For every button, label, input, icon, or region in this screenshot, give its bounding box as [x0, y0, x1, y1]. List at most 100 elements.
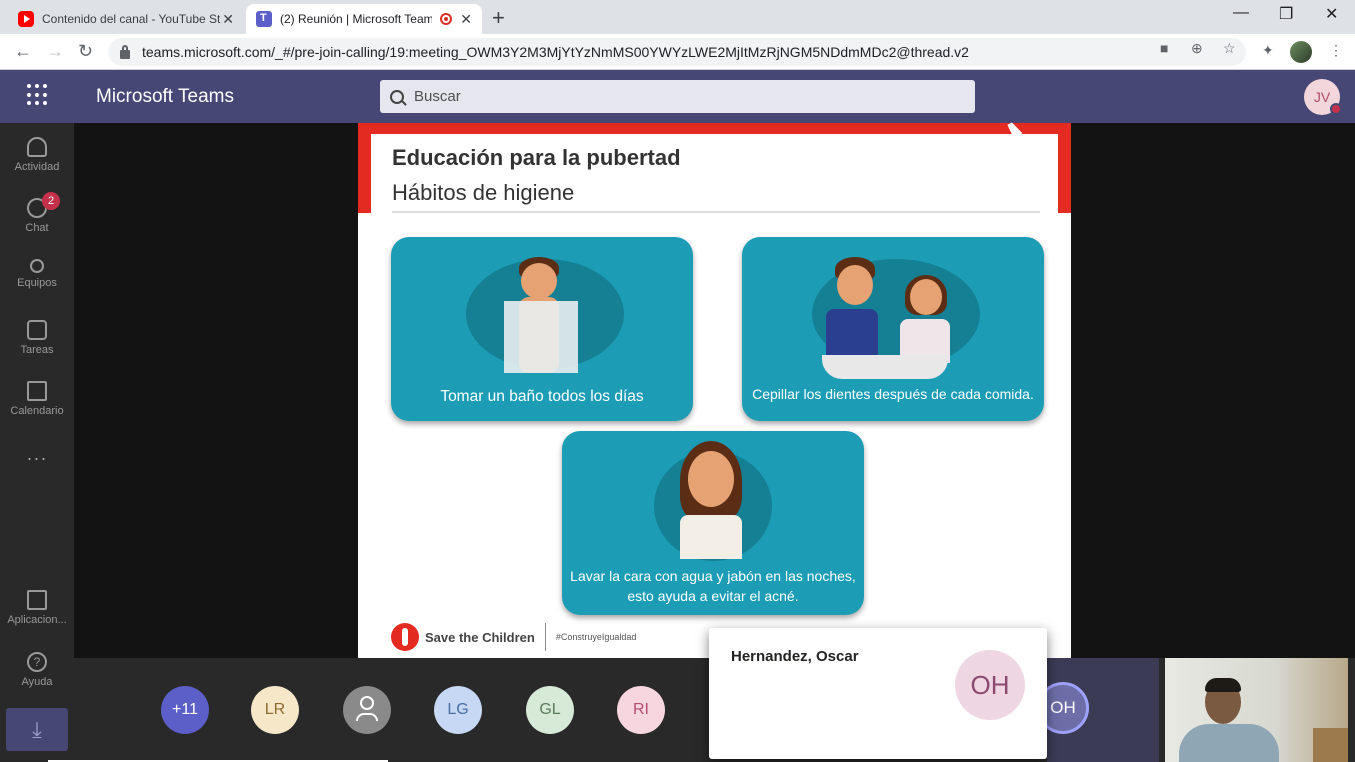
- rail-label: Equipos: [17, 277, 57, 289]
- rail-item-equipos[interactable]: Equipos: [0, 259, 74, 289]
- person-icon-body: [356, 713, 378, 721]
- rail-label: Aplicacion...: [7, 614, 67, 626]
- video-person-hair: [1205, 678, 1241, 692]
- rail-item-tareas[interactable]: Tareas: [0, 320, 74, 356]
- bell-icon: [27, 137, 47, 157]
- search-placeholder: Buscar: [414, 88, 461, 105]
- teams-icon: [30, 259, 44, 273]
- close-tab-icon[interactable]: ✕: [222, 11, 234, 28]
- tab-teams-meeting[interactable]: (2) Reunión | Microsoft Teams ✕: [246, 4, 482, 34]
- video-shelf: [1313, 728, 1348, 762]
- wash-basin: [822, 355, 948, 379]
- hashtag: #ConstruyeIgualdad: [555, 632, 637, 642]
- rail-item-ayuda[interactable]: ? Ayuda: [0, 652, 74, 688]
- participant-avatar[interactable]: GL: [526, 686, 574, 734]
- browser-tab-bar: Contenido del canal - YouTube St ✕ (2) R…: [0, 0, 1355, 34]
- tasks-icon: [27, 320, 47, 340]
- new-tab-button[interactable]: +: [492, 5, 505, 31]
- rail-label: Calendario: [10, 405, 64, 417]
- figure-head: [688, 451, 734, 507]
- unread-badge: 2: [42, 192, 60, 210]
- slide-title: Educación para la pubertad: [392, 145, 681, 170]
- logo-text: Save the Children: [425, 629, 535, 645]
- rail-item-aplicaciones[interactable]: Aplicacion...: [0, 590, 74, 626]
- download-icon: ⤓: [32, 716, 42, 742]
- tab-title: (2) Reunión | Microsoft Teams: [280, 12, 433, 26]
- calendar-icon: [27, 381, 47, 401]
- teams-icon: [256, 11, 272, 27]
- rail-label: Chat: [25, 222, 49, 234]
- card-caption: Lavar la cara con agua y jabón en las no…: [570, 568, 856, 584]
- habit-card-teeth: Cepillar los dientes después de cada com…: [742, 237, 1044, 421]
- close-window-button[interactable]: ✕: [1325, 4, 1338, 24]
- video-person-body: [1179, 724, 1279, 762]
- download-button[interactable]: ⤓: [6, 708, 68, 751]
- help-icon: ?: [27, 652, 47, 672]
- tab-youtube[interactable]: Contenido del canal - YouTube St ✕: [8, 4, 244, 34]
- lock-icon[interactable]: [120, 44, 130, 59]
- divider: [544, 623, 546, 651]
- app-rail: Actividad 2 Chat Equipos Tareas Calendar…: [0, 123, 74, 762]
- tab-title: Contenido del canal - YouTube St: [42, 12, 221, 26]
- figure-head: [837, 265, 873, 305]
- card-caption: Cepillar los dientes después de cada com…: [752, 386, 1034, 402]
- person-icon: [360, 696, 374, 710]
- apps-icon: [27, 590, 47, 610]
- address-bar: ← → ↻ teams.microsoft.com/_#/pre-join-ca…: [0, 34, 1355, 70]
- figure-head: [521, 263, 557, 299]
- back-button[interactable]: ←: [14, 41, 32, 62]
- card-caption: Tomar un baño todos los días: [440, 388, 644, 405]
- bookmark-star-icon[interactable]: ☆: [1223, 40, 1236, 57]
- participant-avatar[interactable]: [343, 686, 391, 734]
- shared-slide: Educación para la pubertad Hábitos de hi…: [358, 123, 1071, 658]
- habit-card-face: Lavar la cara con agua y jabón en las no…: [562, 431, 864, 615]
- participant-avatar[interactable]: LG: [434, 686, 482, 734]
- rail-item-chat[interactable]: 2 Chat: [0, 192, 74, 234]
- camera-icon[interactable]: ■: [1160, 40, 1168, 56]
- participant-video[interactable]: [1165, 658, 1348, 762]
- participant-tile-oh[interactable]: OH: [1037, 658, 1159, 762]
- slide-subtitle: Hábitos de higiene: [392, 180, 575, 205]
- card-caption: esto ayuda a evitar el acné.: [627, 588, 799, 604]
- shower-curtain: [504, 301, 578, 373]
- browser-menu-icon[interactable]: ⋮: [1329, 42, 1343, 59]
- close-tab-icon[interactable]: ✕: [460, 11, 472, 28]
- rail-label: Actividad: [14, 161, 60, 173]
- app-launcher-icon[interactable]: [27, 84, 49, 106]
- search-input[interactable]: Buscar: [380, 80, 975, 113]
- user-avatar[interactable]: JV: [1304, 79, 1342, 115]
- save-the-children-mark-icon: [391, 623, 419, 651]
- extensions-icon[interactable]: ✦: [1262, 42, 1274, 59]
- forward-button[interactable]: →: [46, 41, 64, 62]
- reload-button[interactable]: ↻: [78, 41, 93, 62]
- search-icon: [390, 89, 404, 104]
- url-field[interactable]: teams.microsoft.com/_#/pre-join-calling/…: [108, 38, 1246, 66]
- teams-header: Microsoft Teams Buscar JV: [0, 70, 1355, 123]
- more-apps-icon[interactable]: ···: [0, 448, 74, 469]
- rail-label: Tareas: [20, 344, 54, 356]
- habit-card-bath: Tomar un baño todos los días: [391, 237, 693, 421]
- more-participants-button[interactable]: +11: [161, 686, 209, 734]
- participant-large-avatar: OH: [955, 650, 1025, 720]
- app-title: Microsoft Teams: [96, 86, 234, 107]
- browser-profile-avatar[interactable]: [1290, 41, 1312, 63]
- figure-shirt: [826, 309, 878, 361]
- figure-shirt: [680, 515, 742, 559]
- youtube-icon: [18, 11, 34, 27]
- rail-item-actividad[interactable]: Actividad: [0, 137, 74, 173]
- recording-icon: [440, 13, 453, 25]
- rail-item-calendario[interactable]: Calendario: [0, 381, 74, 417]
- restore-button[interactable]: ❐: [1279, 4, 1293, 24]
- zoom-icon[interactable]: ⊕: [1191, 40, 1203, 57]
- participant-avatar[interactable]: RI: [617, 686, 665, 734]
- minimize-button[interactable]: —: [1233, 4, 1249, 22]
- participant-name: Hernandez, Oscar: [731, 648, 859, 665]
- user-initials: JV: [1313, 89, 1331, 105]
- save-the-children-logo: Save the Children #ConstruyeIgualdad: [391, 623, 636, 651]
- url-text: teams.microsoft.com/_#/pre-join-calling/…: [142, 44, 969, 60]
- figure-head: [910, 279, 942, 315]
- divider: [392, 211, 1040, 213]
- status-busy-icon: [1330, 103, 1342, 115]
- participant-hover-card: Hernandez, Oscar OH: [709, 628, 1047, 759]
- participant-avatar[interactable]: LR: [251, 686, 299, 734]
